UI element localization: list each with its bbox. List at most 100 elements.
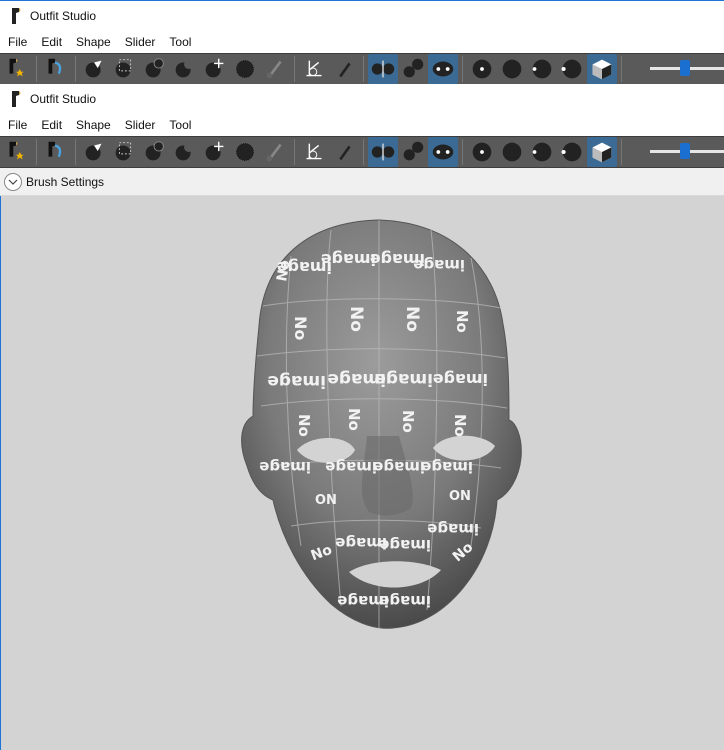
smooth-brush-icon [236,143,254,161]
move-brush-button[interactable] [200,54,230,84]
outfit-studio-logo-icon [12,8,21,24]
new-project-button[interactable] [2,54,32,84]
select-brush-icon [85,143,102,161]
vertex-dots-button[interactable] [467,137,497,167]
texture-label: image [379,592,431,610]
pivot-button[interactable] [329,137,359,167]
select-brush-button[interactable] [80,137,110,167]
wireframe-icon [532,142,552,162]
brush-size-slider[interactable] [646,54,724,84]
slider-thumb[interactable] [680,60,690,76]
menu-shape[interactable]: Shape [72,118,115,132]
menu-edit[interactable]: Edit [37,118,66,132]
menu-slider[interactable]: Slider [121,35,160,49]
texture-label: No [345,408,363,431]
weight-brush-icon [266,143,282,162]
global-brush-button[interactable] [428,137,458,167]
menu-edit[interactable]: Edit [37,35,66,49]
vertex-dots-icon [472,142,492,162]
select-brush-button[interactable] [80,54,110,84]
connected-only-button[interactable] [398,54,428,84]
weight-brush-button[interactable] [260,54,290,84]
load-reference-button[interactable] [41,54,71,84]
connected-only-icon [403,141,424,161]
texture-label: ON [315,493,337,508]
head-mesh-render: No image image image image No No No No i… [241,219,522,629]
toolbar-separator [75,56,76,82]
inflate-brush-icon [145,141,164,161]
lighting-button[interactable] [557,54,587,84]
menu-bar: File Edit Shape Slider Tool [0,31,724,53]
normals-button[interactable] [497,137,527,167]
new-project-icon [9,141,24,160]
3d-viewport[interactable]: No image image image image No No No No i… [0,196,724,750]
transform-icon [306,60,322,77]
smooth-brush-button[interactable] [230,54,260,84]
global-brush-button[interactable] [428,54,458,84]
texture-label: image [374,369,433,389]
textures-button[interactable] [587,54,617,84]
menu-file[interactable]: File [4,118,31,132]
weight-brush-icon [266,60,282,79]
smooth-brush-button[interactable] [230,137,260,167]
menu-bar: File Edit Shape Slider Tool [0,114,724,136]
outfit-studio-logo-icon [12,91,21,107]
new-project-button[interactable] [2,137,32,167]
texture-label: No [399,410,417,433]
toolbar-separator [75,139,76,165]
brush-size-slider[interactable] [646,137,724,167]
wireframe-button[interactable] [527,137,557,167]
move-brush-icon [205,141,224,161]
slider-thumb[interactable] [680,143,690,159]
x-mirror-icon [371,143,395,161]
connected-only-button[interactable] [398,137,428,167]
transform-button[interactable] [299,137,329,167]
texture-label: image [321,250,376,269]
inflate-brush-button[interactable] [140,54,170,84]
pivot-icon [339,62,351,78]
texture-label: No [291,316,310,340]
lighting-icon [561,59,582,79]
mask-brush-button[interactable] [110,137,140,167]
weight-brush-button[interactable] [260,137,290,167]
deflate-brush-button[interactable] [170,137,200,167]
textures-button[interactable] [587,137,617,167]
normals-button[interactable] [497,54,527,84]
vertex-dots-icon [472,59,492,79]
global-brush-icon [432,61,454,77]
deflate-brush-icon [175,142,194,161]
mask-brush-icon [115,59,132,78]
x-mirror-button[interactable] [368,137,398,167]
toolbar-separator [294,56,295,82]
new-project-icon [9,58,24,77]
connected-only-icon [403,58,424,78]
lighting-button[interactable] [557,137,587,167]
deflate-brush-button[interactable] [170,54,200,84]
x-mirror-button[interactable] [368,54,398,84]
smooth-brush-icon [236,60,254,78]
chevron-down-icon[interactable] [4,172,22,191]
toolbar-separator [462,56,463,82]
mask-brush-button[interactable] [110,54,140,84]
wireframe-button[interactable] [527,54,557,84]
vertex-dots-button[interactable] [467,54,497,84]
brush-settings-header[interactable]: Brush Settings [0,168,724,196]
inflate-brush-button[interactable] [140,137,170,167]
title-bar: Outfit Studio [0,1,724,31]
menu-tool[interactable]: Tool [165,35,195,49]
move-brush-button[interactable] [200,137,230,167]
toolbar-separator [621,139,622,165]
menu-file[interactable]: File [4,35,31,49]
texture-label: No [453,310,471,333]
textures-icon [592,142,612,163]
load-reference-button[interactable] [41,137,71,167]
menu-slider[interactable]: Slider [121,118,160,132]
deflate-brush-icon [175,59,194,78]
menu-tool[interactable]: Tool [165,118,195,132]
transform-button[interactable] [299,54,329,84]
main-toolbar [0,136,724,168]
wireframe-icon [532,59,552,79]
texture-label: image [413,256,465,274]
pivot-button[interactable] [329,54,359,84]
menu-shape[interactable]: Shape [72,35,115,49]
